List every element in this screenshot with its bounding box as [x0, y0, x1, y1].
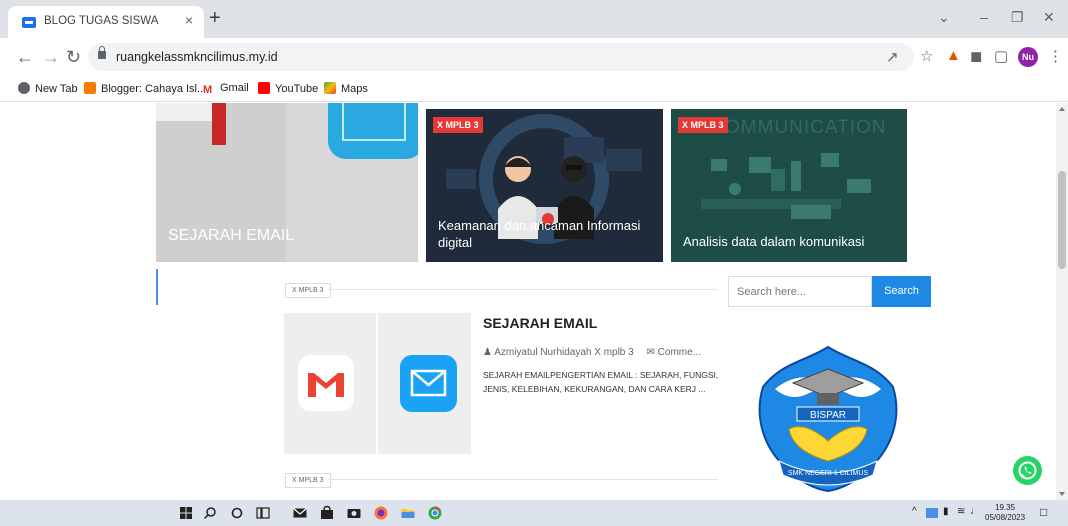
close-window-icon[interactable]: ✕ — [1043, 9, 1055, 26]
url-text[interactable]: ruangkelassmkncilimus.my.id — [116, 50, 278, 64]
thumbnail-divider — [376, 313, 378, 454]
section-accent-bar — [156, 269, 158, 305]
bookmark-gmail[interactable]: M Gmail — [203, 82, 249, 96]
post-meta: ♟ Azmiyatul Nurhidayah X mplb 3 ✉ Comme.… — [483, 347, 701, 358]
firefox-icon[interactable] — [373, 505, 389, 521]
logo-banner-text: BISPAR — [810, 410, 846, 421]
mail-fragment-icon — [328, 103, 418, 159]
store-icon[interactable] — [319, 505, 335, 521]
section-label[interactable]: X MPLB 3 — [285, 283, 331, 298]
extensions-puzzle-icon[interactable]: ◼ — [970, 47, 982, 65]
featured-card-title[interactable]: SEJARAH EMAIL — [168, 227, 294, 244]
whatsapp-icon — [1018, 461, 1037, 480]
post-title[interactable]: SEJARAH EMAIL — [483, 315, 597, 331]
featured-card-title[interactable]: Keamanan dan ancaman Informasi digital — [438, 217, 653, 251]
taskbar-clock[interactable]: 19.35 05/08/2023 — [985, 503, 1025, 523]
search-icon[interactable] — [202, 505, 218, 521]
tray-chevron-icon[interactable]: ^ — [912, 506, 917, 517]
tab-search-chevron-icon[interactable]: ⌄ — [938, 9, 950, 26]
browser-tab[interactable]: BLOG TUGAS SISWA × — [8, 6, 204, 38]
logo-school-text: SMK NEGERI 1 CILIMUS — [788, 470, 868, 477]
reload-icon[interactable]: ↻ — [66, 47, 81, 68]
page-viewport: SEJARAH EMAIL X MPLB 3 Keamanan dan anca… — [0, 103, 1056, 500]
browser-toolbar: ← → ↻ ruangkelassmkncilimus.my.id ↗ ☆ ▲ … — [0, 38, 1068, 76]
featured-card-sejarah-email[interactable]: SEJARAH EMAIL — [156, 103, 418, 262]
scroll-down-arrow-icon[interactable] — [1059, 492, 1065, 496]
tab-title: BLOG TUGAS SISWA — [44, 15, 159, 27]
category-tag[interactable]: X MPLB 3 — [433, 117, 483, 133]
bookmark-maps[interactable]: Maps — [324, 82, 368, 95]
tab-strip: BLOG TUGAS SISWA × + ⌄ – ❐ ✕ — [0, 0, 1068, 38]
comments-icon: ✉ — [646, 347, 655, 358]
battery-icon[interactable]: ▮ — [943, 506, 949, 517]
clock-date: 05/08/2023 — [985, 513, 1026, 522]
cortana-icon[interactable] — [229, 505, 245, 521]
youtube-icon — [258, 82, 270, 94]
category-tag[interactable]: X MPLB 3 — [678, 117, 728, 133]
windows-start-icon[interactable] — [178, 505, 194, 521]
bookmark-star-icon[interactable]: ☆ — [920, 47, 933, 65]
post-author[interactable]: Azmiyatul Nurhidayah X mplb 3 — [494, 347, 634, 358]
bookmark-label: YouTube — [275, 83, 319, 95]
menu-kebab-icon[interactable]: ⋮ — [1048, 47, 1063, 65]
minimize-icon[interactable]: – — [980, 9, 988, 25]
extension-a-icon[interactable]: ▲ — [946, 47, 961, 64]
back-arrow-icon[interactable]: ← — [16, 47, 34, 68]
search-button[interactable]: Search — [872, 276, 931, 307]
bookmark-label: Maps — [341, 83, 368, 95]
bookmark-new-tab[interactable]: New Tab — [18, 82, 78, 95]
post-comments[interactable]: Comme... — [658, 347, 701, 358]
chrome-icon[interactable] — [427, 505, 443, 521]
forward-arrow-icon[interactable]: → — [42, 47, 60, 68]
school-logo: BISPAR SMK NEGERI 1 CILIMUS — [755, 343, 901, 493]
mail-app-icon — [400, 355, 457, 412]
bookmarks-bar: New Tab Blogger: Cahaya Isl... M Gmail Yo… — [0, 76, 1068, 102]
bookmark-label: Gmail — [220, 82, 249, 94]
section-divider — [328, 289, 718, 290]
site-favicon-icon — [22, 17, 36, 28]
gmail-icon: M — [203, 84, 215, 96]
lock-icon[interactable] — [98, 46, 106, 59]
wifi-icon[interactable]: ≋ — [957, 506, 965, 517]
globe-icon — [18, 82, 30, 94]
author-icon: ♟ — [483, 347, 492, 358]
whatsapp-button[interactable] — [1013, 456, 1042, 485]
profile-avatar[interactable]: Nu — [1018, 47, 1038, 67]
notification-icon[interactable]: □ — [1040, 505, 1047, 519]
page-scrollbar[interactable] — [1056, 103, 1068, 500]
section-divider — [328, 479, 718, 480]
mail-icon[interactable] — [292, 505, 308, 521]
search-input[interactable] — [728, 276, 872, 307]
section-label[interactable]: X MPLB 3 — [285, 473, 331, 488]
scrollbar-thumb[interactable] — [1058, 171, 1066, 269]
address-bar[interactable]: ruangkelassmkncilimus.my.id ↗ — [88, 43, 914, 71]
bookmark-label: New Tab — [35, 83, 78, 95]
camera-icon[interactable] — [346, 505, 362, 521]
tab-close-icon[interactable]: × — [185, 12, 193, 28]
side-panel-icon[interactable]: ▢ — [994, 47, 1008, 65]
bookmark-youtube[interactable]: YouTube — [258, 82, 318, 95]
restore-icon[interactable]: ❐ — [1011, 9, 1024, 26]
clock-time: 19.35 — [995, 503, 1016, 512]
featured-card-keamanan[interactable]: X MPLB 3 Keamanan dan ancaman Informasi … — [426, 109, 663, 262]
share-icon[interactable]: ↗ — [886, 48, 899, 66]
post-excerpt: SEJARAH EMAILPENGERTIAN EMAIL : SEJARAH,… — [483, 370, 719, 394]
tray-app-icon[interactable] — [926, 508, 938, 518]
maps-icon — [324, 82, 336, 94]
bookmark-label: Blogger: Cahaya Isl... — [101, 83, 207, 95]
bookmark-blogger[interactable]: Blogger: Cahaya Isl... — [84, 82, 206, 95]
gmail-fragment-icon — [212, 103, 226, 145]
new-tab-button[interactable]: + — [209, 7, 221, 30]
volume-icon[interactable]: ♩ — [970, 506, 980, 517]
file-explorer-icon[interactable] — [400, 505, 416, 521]
task-view-icon[interactable] — [255, 505, 271, 521]
card-image-cap — [156, 103, 212, 121]
blogger-icon — [84, 82, 96, 94]
featured-card-title[interactable]: Analisis data dalam komunikasi — [683, 233, 864, 250]
scroll-up-arrow-icon[interactable] — [1059, 107, 1065, 111]
gmail-icon — [298, 355, 354, 411]
featured-card-analisis[interactable]: OMMUNICATION X MPLB 3 Analisis data dala… — [671, 109, 907, 262]
windows-taskbar: ^ ▮ ≋ ♩ 19.35 05/08/2023 □ — [0, 500, 1068, 526]
